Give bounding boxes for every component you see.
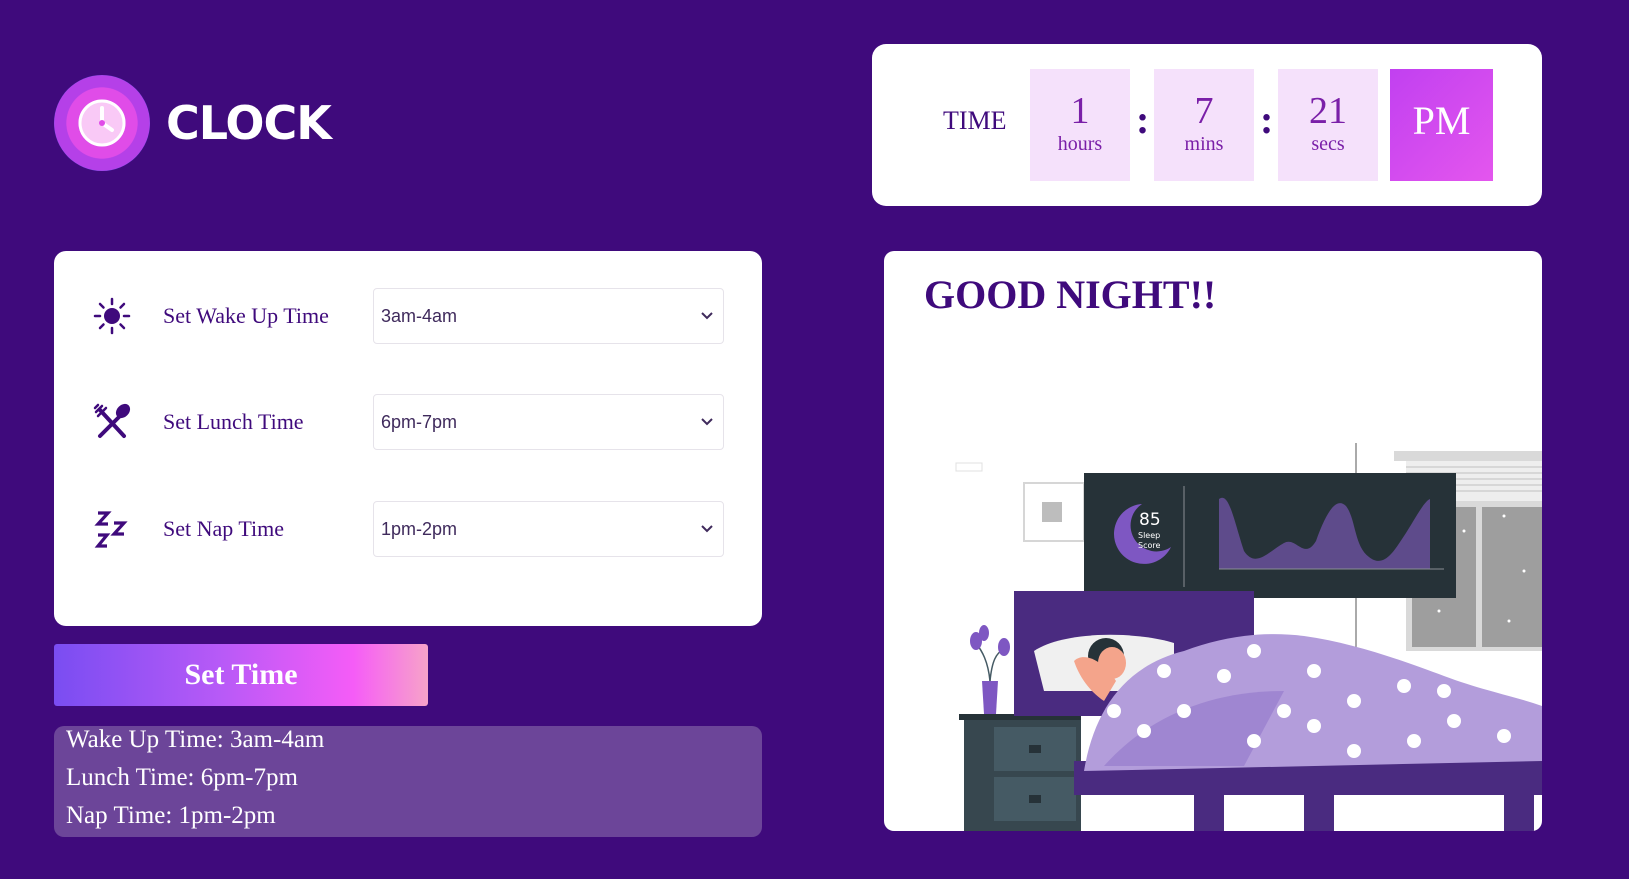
seconds-value: 21: [1309, 90, 1347, 132]
time-separator: :: [1260, 97, 1274, 142]
greeting-panel: GOOD NIGHT!! 85 Sleep Score: [884, 251, 1542, 831]
fork-spoon-icon: [93, 403, 131, 438]
minutes-box: 7 mins: [1154, 69, 1254, 181]
clock-logo-icon: [54, 75, 150, 171]
wake-time-select[interactable]: 3am-4am: [373, 288, 724, 344]
app-logo: CLOCK: [54, 75, 332, 171]
lunch-time-label: Set Lunch Time: [163, 409, 304, 434]
summary-nap-time: Nap Time: 1pm-2pm: [66, 802, 276, 829]
minutes-unit: mins: [1184, 133, 1224, 155]
zzz-icon: [94, 511, 128, 548]
chevron-down-icon: [701, 312, 713, 320]
clock-display: TIME 1 hours : 7 mins : 21 secs PM: [872, 44, 1542, 206]
svg-text:Score: Score: [1138, 541, 1160, 550]
sun-icon: [93, 297, 131, 335]
summary-lunch-time: Lunch Time: 6pm-7pm: [66, 764, 298, 791]
seconds-unit: secs: [1311, 133, 1345, 155]
schedule-settings-panel: Set Wake Up Time 3am-4am Set Lunch Time …: [54, 251, 762, 626]
wake-time-label: Set Wake Up Time: [163, 303, 329, 328]
seconds-box: 21 secs: [1278, 69, 1378, 181]
nap-time-select[interactable]: 1pm-2pm: [373, 501, 724, 557]
nap-time-value: 1pm-2pm: [381, 519, 458, 539]
lunch-time-select[interactable]: 6pm-7pm: [373, 394, 724, 450]
nap-time-row: Set Nap Time 1pm-2pm: [54, 501, 762, 557]
time-separator: :: [1136, 97, 1150, 142]
minutes-value: 7: [1194, 90, 1214, 132]
am-pm-indicator: PM: [1390, 69, 1493, 181]
time-label: TIME: [943, 106, 1007, 135]
sleeping-person-illustration: 85 Sleep Score: [955, 443, 1542, 831]
hours-box: 1 hours: [1030, 69, 1130, 181]
wake-time-value: 3am-4am: [381, 306, 458, 326]
set-time-button[interactable]: Set Time: [54, 644, 428, 706]
svg-text:Sleep: Sleep: [1138, 531, 1160, 540]
chevron-down-icon: [701, 418, 713, 426]
sleep-score-value: 85: [1139, 510, 1161, 530]
summary-wake-time: Wake Up Time: 3am-4am: [66, 726, 325, 753]
app-title: CLOCK: [166, 96, 332, 150]
nap-time-label: Set Nap Time: [163, 516, 285, 541]
hours-unit: hours: [1057, 133, 1103, 155]
chevron-down-icon: [701, 525, 713, 533]
lunch-time-row: Set Lunch Time 6pm-7pm: [54, 394, 762, 450]
schedule-summary: Wake Up Time: 3am-4am Lunch Time: 6pm-7p…: [54, 726, 762, 837]
lunch-time-value: 6pm-7pm: [381, 412, 458, 432]
wake-time-row: Set Wake Up Time 3am-4am: [54, 288, 762, 344]
hours-value: 1: [1070, 90, 1090, 132]
